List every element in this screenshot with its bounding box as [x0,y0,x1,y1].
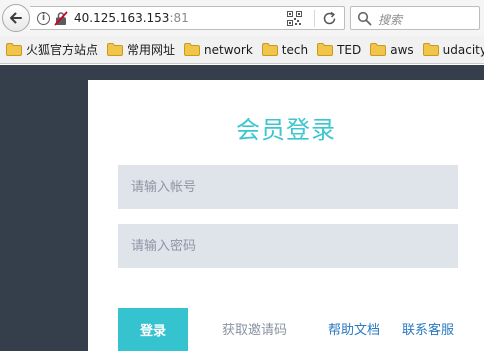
bookmark-label: udacity [442,42,484,57]
folder-icon [317,43,334,56]
search-icon [357,11,372,26]
url-bar-divider [314,10,315,27]
back-button[interactable] [2,4,30,32]
insecure-lock-icon[interactable] [54,11,68,26]
url-host: 40.125.163.153 [74,11,170,25]
folder-icon [184,43,201,56]
bookmark-label: 火狐官方站点 [26,43,99,57]
get-invite-code-link[interactable]: 获取邀请码 [222,319,287,338]
bookmark-tech[interactable]: tech [261,42,309,57]
url-bar[interactable]: i 40.125.163.153:81 [30,6,345,30]
bookmark-label: aws [390,42,414,57]
folder-icon [422,43,439,56]
browser-navbar: i 40.125.163.153:81 搜索 [0,0,484,36]
qr-code-icon[interactable] [287,11,302,26]
folder-icon [370,43,387,56]
bookmark-udacity[interactable]: udacity [422,42,484,57]
password-input[interactable] [118,224,458,268]
bookmark-firefox-official[interactable]: 火狐官方站点 [6,41,98,58]
bookmark-common-sites[interactable]: 常用网址 [107,41,175,58]
bookmark-label: network [204,42,253,57]
back-arrow-icon [10,12,22,24]
search-bar[interactable]: 搜索 [350,6,480,30]
folder-icon [107,43,124,56]
folder-icon [6,43,22,56]
login-title-row: 会员登录 [0,110,484,145]
folder-icon [261,43,278,56]
bookmark-label: TED [337,42,362,57]
url-text[interactable]: 40.125.163.153:81 [74,11,189,25]
url-port: :81 [169,11,189,25]
bookmark-label: tech [281,42,309,57]
bookmarks-toolbar: 火狐官方站点 常用网址 network tech TED aws udacity [0,36,484,64]
bookmark-network[interactable]: network [184,43,253,57]
account-input[interactable] [118,165,458,209]
help-docs-link[interactable]: 帮助文档 [328,319,380,338]
bookmark-label: 常用网址 [127,43,176,57]
info-icon[interactable]: i [37,12,50,25]
contact-support-link[interactable]: 联系客服 [402,319,454,338]
search-placeholder: 搜索 [378,13,403,27]
bookmark-ted[interactable]: TED [317,43,361,57]
bookmark-aws[interactable]: aws [370,42,414,57]
login-button[interactable]: 登录 [118,308,188,351]
reload-icon[interactable] [322,11,337,26]
login-title: 会员登录 [236,116,336,144]
